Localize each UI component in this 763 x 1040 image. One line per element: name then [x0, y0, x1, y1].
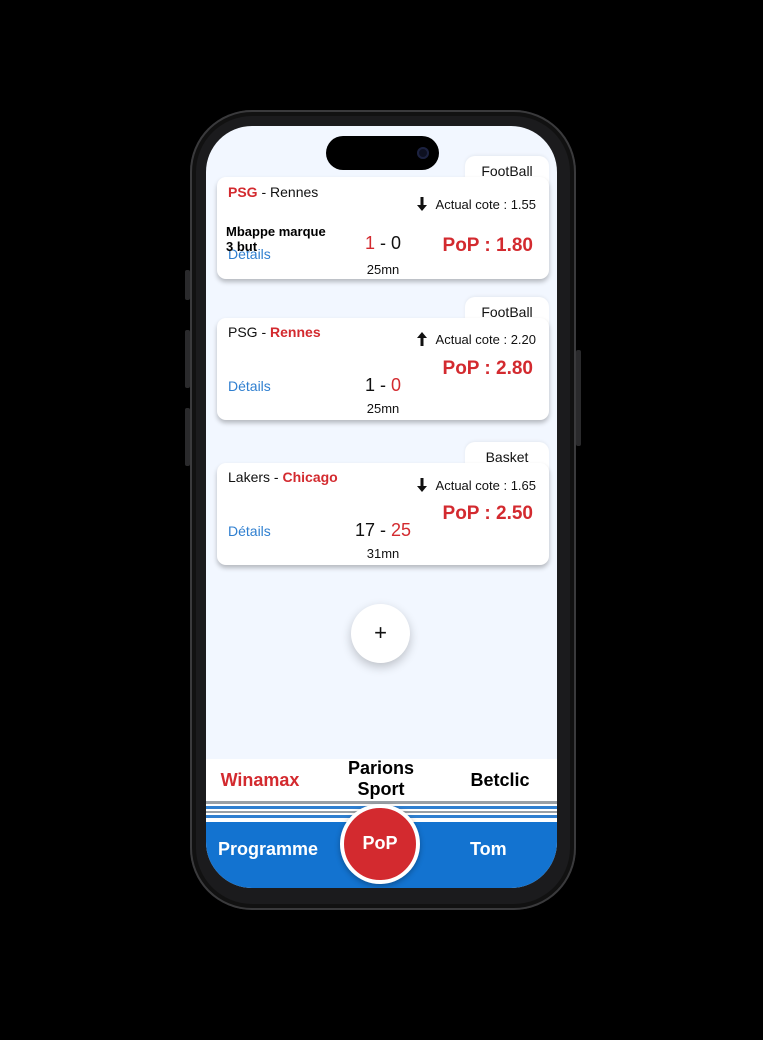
pop-odds: PoP : 1.80 — [442, 235, 533, 256]
arrow-up-icon — [416, 332, 427, 346]
cote-label: Actual cote : 1.65 — [435, 477, 536, 493]
score-away: 25 — [391, 520, 412, 540]
away-team: Rennes — [270, 324, 321, 340]
nav-programme[interactable]: Programme — [218, 839, 318, 860]
score-separator: - — [375, 520, 391, 540]
match-teams: Lakers - Chicago — [228, 469, 338, 485]
actual-cote: Actual cote : 1.55 — [416, 196, 536, 212]
team-separator: - — [270, 469, 283, 485]
bookmaker-betclic[interactable]: Betclic — [454, 770, 546, 791]
volume-down-button — [185, 408, 190, 466]
match-teams: PSG - Rennes — [228, 324, 321, 340]
action-button — [185, 270, 190, 300]
dynamic-island — [326, 136, 439, 170]
away-team: Chicago — [282, 469, 338, 485]
team-separator: - — [257, 324, 271, 340]
app-screen: FootBall PSG - Rennes Actual cote : 1.55… — [206, 126, 557, 888]
actual-cote: Actual cote : 2.20 — [416, 331, 536, 347]
nav-tom[interactable]: Tom — [470, 839, 507, 860]
score-home: 1 — [364, 375, 375, 395]
score-away: 0 — [391, 233, 402, 253]
power-button — [576, 350, 581, 446]
match-card[interactable]: PSG - Rennes Actual cote : 2.20 Détails … — [217, 318, 549, 420]
pop-odds: PoP : 2.80 — [442, 358, 533, 379]
score-separator: - — [375, 233, 391, 253]
volume-up-button — [185, 330, 190, 388]
score-home: 17 — [354, 520, 375, 540]
score-home: 1 — [364, 233, 375, 253]
bookmaker-parions-sport[interactable]: Parions Sport — [338, 758, 424, 800]
match-minute: 25mn — [366, 401, 400, 416]
pop-odds: PoP : 2.50 — [442, 503, 533, 524]
add-button[interactable]: + — [351, 604, 410, 663]
actual-cote: Actual cote : 1.65 — [416, 477, 536, 493]
match-teams: PSG - Rennes — [228, 184, 318, 200]
home-team: PSG — [228, 184, 258, 200]
score-away: 0 — [391, 375, 402, 395]
away-team: Rennes — [270, 184, 319, 200]
home-team: PSG — [228, 324, 258, 340]
match-minute: 31mn — [366, 546, 400, 561]
score-separator: - — [375, 375, 391, 395]
arrow-down-icon — [416, 197, 427, 211]
home-team: Lakers — [228, 469, 271, 485]
match-minute: 25mn — [366, 262, 400, 277]
cote-label: Actual cote : 2.20 — [435, 331, 536, 347]
bookmaker-bar: Winamax Parions Sport Betclic — [206, 758, 557, 803]
pop-button[interactable]: PoP — [340, 804, 420, 884]
team-separator: - — [257, 184, 271, 200]
camera-icon — [417, 147, 429, 159]
cote-label: Actual cote : 1.55 — [435, 196, 536, 212]
match-card[interactable]: PSG - Rennes Actual cote : 1.55 Détails … — [217, 177, 549, 279]
arrow-down-icon — [416, 478, 427, 492]
bookmaker-winamax[interactable]: Winamax — [212, 770, 308, 791]
match-card[interactable]: Lakers - Chicago Actual cote : 1.65 Déta… — [217, 463, 549, 565]
